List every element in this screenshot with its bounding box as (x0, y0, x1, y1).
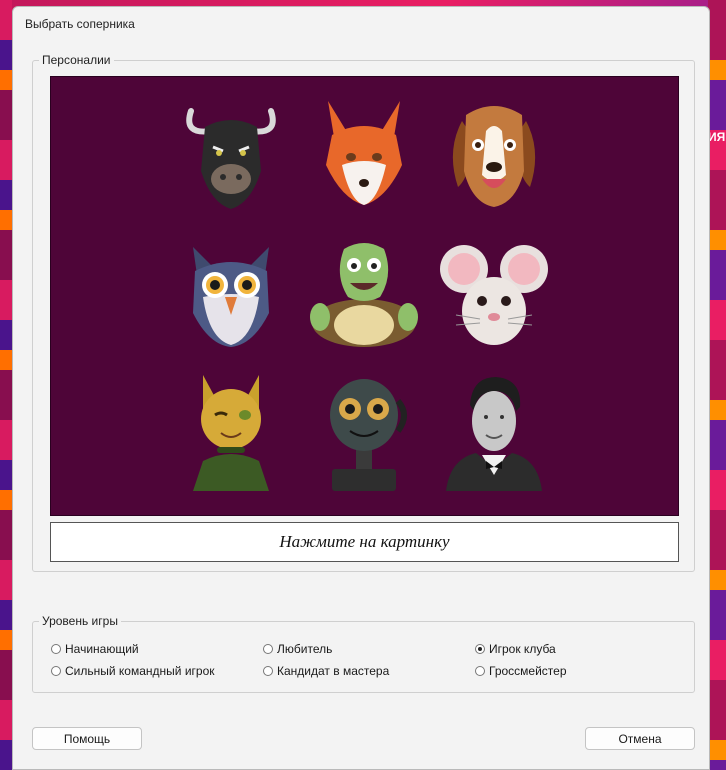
bull-icon[interactable] (173, 91, 289, 211)
help-button[interactable]: Помощь (32, 727, 142, 750)
radio-strong-team-player[interactable]: Сильный командный игрок (51, 664, 215, 678)
radio-label: Гроссмейстер (489, 664, 567, 678)
window-title: Выбрать соперника (25, 17, 135, 31)
fox-icon[interactable] (306, 91, 422, 211)
radio-beginner[interactable]: Начинающий (51, 642, 139, 656)
cancel-button[interactable]: Отмена (585, 727, 695, 750)
radio-button-selected[interactable] (475, 644, 485, 654)
radio-label: Любитель (277, 642, 333, 656)
hint-box: Нажмите на картинку (50, 522, 679, 562)
level-group: Уровень игры (32, 614, 695, 693)
radio-candidate-master[interactable]: Кандидат в мастера (263, 664, 389, 678)
beagle-icon[interactable] (436, 91, 552, 211)
avatar-grid (50, 76, 679, 516)
radio-grandmaster[interactable]: Гроссмейстер (475, 664, 567, 678)
radio-label: Начинающий (65, 642, 139, 656)
radio-button[interactable] (51, 644, 61, 654)
background-text: ИЯ (708, 130, 726, 144)
radio-button[interactable] (475, 666, 485, 676)
radio-label: Игрок клуба (489, 642, 556, 656)
radio-button[interactable] (51, 666, 61, 676)
radio-amateur[interactable]: Любитель (263, 642, 332, 656)
title-bar: Выбрать соперника (13, 7, 709, 41)
radio-label: Кандидат в мастера (277, 664, 390, 678)
choose-opponent-dialog: Выбрать соперника Персоналии Нажмите на … (12, 6, 710, 770)
radio-button[interactable] (263, 644, 273, 654)
robot-icon[interactable] (306, 371, 422, 491)
owl-icon[interactable] (173, 231, 289, 351)
radio-button[interactable] (263, 666, 273, 676)
radio-club-player[interactable]: Игрок клуба (475, 642, 556, 656)
turtle-icon[interactable] (306, 231, 422, 351)
radio-label: Сильный командный игрок (65, 664, 215, 678)
background-right-strip (708, 0, 726, 770)
mouse-icon[interactable] (436, 231, 552, 351)
gentleman-icon[interactable] (436, 371, 552, 491)
background-left-strip (0, 0, 12, 770)
level-legend: Уровень игры (39, 614, 121, 628)
personalities-legend: Персоналии (39, 53, 114, 67)
cat-icon[interactable] (173, 371, 289, 491)
